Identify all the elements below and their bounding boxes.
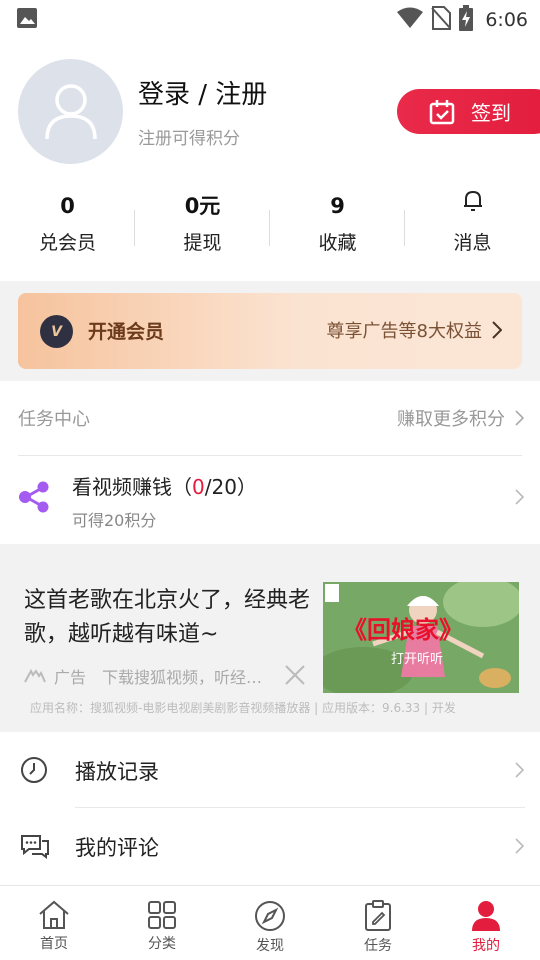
ad-banner[interactable]: 这首老歌在北京火了，经典老歌，越听越有味道~ 广告 下载搜狐视频，听经… 《回娘… [0, 544, 540, 732]
stat-messages[interactable]: 消息 [405, 188, 540, 268]
status-bar: 6:06 [0, 0, 540, 38]
signin-label: 签到 [471, 101, 511, 125]
vip-title: 开通会员 [88, 321, 165, 343]
clock-icon [20, 756, 48, 788]
chevron-right-icon [515, 762, 525, 782]
stats-row: 0 兑会员 0元 提现 9 收藏 消息 [0, 188, 540, 268]
battery-charging-icon [459, 5, 474, 35]
ad-headline[interactable]: 这首老歌在北京火了，经典老歌，越听越有味道~ [24, 584, 319, 652]
tab-label: 分类 [148, 936, 176, 952]
wifi-icon [397, 7, 424, 33]
ad-description: 下载搜狐视频，听经… [102, 668, 263, 687]
vip-promo: 尊享广告等8大权益 [326, 321, 482, 342]
divider [18, 455, 522, 456]
task-title-suffix: /20） [204, 475, 257, 499]
stat-value: 0元 [184, 194, 221, 218]
close-icon[interactable] [284, 664, 306, 690]
tab-category[interactable]: 分类 [108, 886, 216, 960]
tab-label: 首页 [40, 936, 68, 952]
ad-meta: 广告 下载搜狐视频，听经… [24, 664, 262, 688]
ad-image[interactable]: 《回娘家》 打开听听 [323, 582, 519, 693]
grid-icon [148, 901, 176, 929]
home-icon [39, 900, 69, 929]
task-center: 任务中心 赚取更多积分 看视频赚钱（0/20） 可得20积分 [0, 381, 540, 544]
share-icon [18, 481, 50, 517]
tab-mine[interactable]: 我的 [432, 886, 540, 960]
task-title-prefix: 看视频赚钱（ [72, 475, 192, 499]
login-subtitle: 注册可得积分 [138, 129, 240, 149]
chevron-right-icon [515, 489, 525, 509]
tab-label: 发现 [256, 938, 284, 954]
task-center-title: 任务中心 [18, 409, 90, 430]
menu-list: 播放记录 我的评论 [0, 732, 540, 885]
task-progress: 0 [192, 475, 205, 499]
bottom-tab-bar: 首页 分类 发现 任务 我的 [0, 885, 540, 960]
tab-tasks[interactable]: 任务 [324, 886, 432, 960]
stat-label: 兑会员 [38, 232, 96, 254]
menu-item-label: 我的评论 [75, 836, 159, 860]
gallery-notification-icon [16, 7, 38, 33]
chevron-right-icon [515, 410, 524, 426]
task-subtitle: 可得20积分 [72, 511, 157, 530]
user-filled-icon [472, 901, 500, 931]
stat-favorites[interactable]: 9 收藏 [270, 188, 405, 268]
no-sim-icon [431, 6, 452, 34]
chevron-right-icon [492, 321, 502, 339]
calendar-check-icon [429, 99, 455, 124]
tab-label: 任务 [364, 938, 392, 954]
task-watch-video-title[interactable]: 看视频赚钱（0/20） [72, 471, 257, 500]
stat-withdraw[interactable]: 0元 提现 [135, 188, 270, 268]
earn-more-label: 赚取更多积分 [397, 409, 505, 430]
vip-badge-icon: V [40, 315, 73, 348]
stat-redeem-vip[interactable]: 0 兑会员 [0, 188, 135, 268]
ad-image-title: 《回娘家》 [343, 615, 463, 644]
menu-item-label: 播放记录 [75, 760, 159, 784]
compass-icon [255, 901, 285, 931]
stat-label: 提现 [183, 232, 222, 254]
user-icon [44, 83, 97, 139]
vip-banner[interactable]: V 开通会员 尊享广告等8大权益 [18, 293, 522, 369]
chevron-right-icon [515, 838, 525, 858]
tab-home[interactable]: 首页 [0, 886, 108, 960]
bell-icon [462, 188, 484, 224]
menu-item-play-history[interactable]: 播放记录 [0, 732, 540, 808]
ad-tag: 广告 [54, 668, 87, 687]
tab-discover[interactable]: 发现 [216, 886, 324, 960]
profile-section: 登录 / 注册 注册可得积分 签到 0 兑会员 0元 提现 9 收藏 消息 [0, 38, 540, 281]
vip-section: V 开通会员 尊享广告等8大权益 [0, 281, 540, 381]
earn-more-points-link[interactable]: 赚取更多积分 [397, 405, 524, 431]
ad-footer: 应用名称：搜狐视频-电影电视剧美剧影音视频播放器 | 应用版本：9.6.33 |… [30, 701, 456, 715]
menu-item-my-comments[interactable]: 我的评论 [0, 808, 540, 884]
stat-value: 0 [60, 194, 75, 218]
clock: 6:06 [485, 9, 528, 31]
login-register-link[interactable]: 登录 / 注册 [138, 74, 267, 111]
tab-label: 我的 [472, 938, 500, 954]
stat-value: 9 [330, 194, 345, 218]
avatar[interactable] [18, 59, 123, 164]
comment-icon [20, 832, 50, 864]
clipboard-icon [365, 900, 391, 931]
stat-label: 收藏 [318, 232, 357, 254]
ad-image-caption: 打开听听 [391, 652, 444, 667]
stat-label: 消息 [453, 232, 492, 254]
sohu-logo-icon [24, 669, 46, 683]
signin-button[interactable]: 签到 [397, 89, 540, 134]
